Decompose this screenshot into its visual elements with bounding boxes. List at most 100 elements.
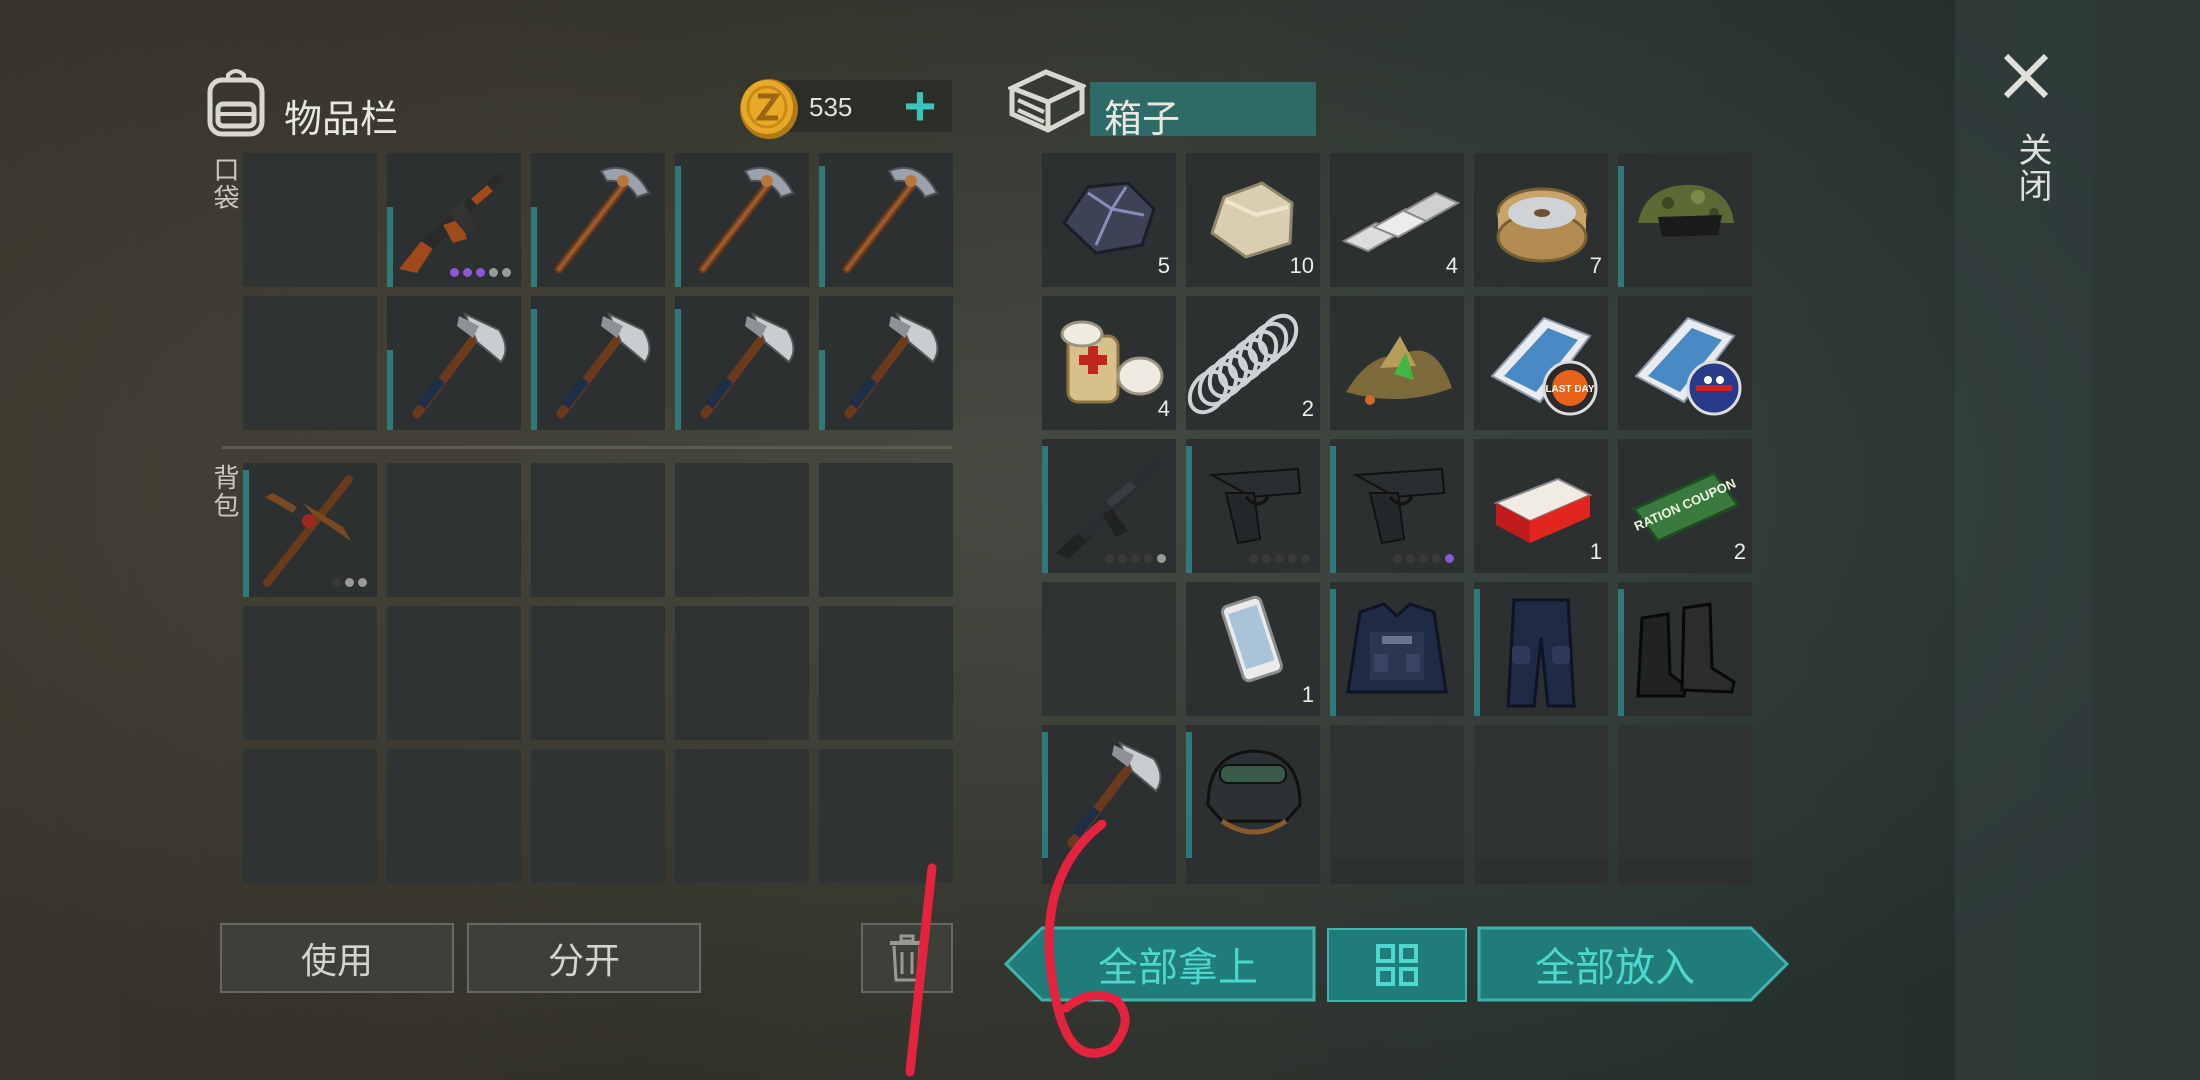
durability-bar — [819, 166, 825, 287]
backpack-slot[interactable] — [243, 606, 377, 740]
close-button[interactable] — [2000, 50, 2052, 102]
box-title: 箱子 — [1104, 99, 1181, 141]
pocket-slot[interactable] — [243, 296, 377, 430]
put-all-button[interactable]: 全部放入 — [1477, 926, 1789, 1002]
quality-dots — [332, 578, 367, 587]
pistol-icon — [1186, 439, 1320, 573]
box-slot[interactable] — [1618, 725, 1752, 859]
quality-dot — [1249, 554, 1258, 563]
pocket-slot[interactable] — [675, 153, 809, 287]
box-slot[interactable]: 1 — [1186, 582, 1320, 716]
backpack-slot[interactable] — [819, 606, 953, 740]
box-icon — [1005, 66, 1089, 136]
box-slot[interactable] — [1186, 725, 1320, 859]
quality-dot — [1393, 554, 1402, 563]
ak-rifle-icon — [387, 153, 521, 287]
backpack-slot[interactable] — [243, 463, 377, 597]
section-divider — [222, 446, 952, 449]
backpack-slot[interactable] — [675, 749, 809, 883]
box-slot[interactable] — [1330, 582, 1464, 716]
box-slot[interactable]: 4 — [1330, 153, 1464, 287]
durability-bar — [243, 469, 249, 597]
item-quantity: 2 — [1301, 396, 1314, 421]
close-label[interactable]: 关闭 — [2008, 132, 2057, 204]
box-slot[interactable]: RATION COUPON 2 — [1618, 439, 1752, 573]
box-slot[interactable] — [1330, 439, 1464, 573]
quality-dot — [1157, 554, 1166, 563]
backpack-slot[interactable] — [675, 606, 809, 740]
backpack-slot[interactable] — [531, 463, 665, 597]
box-slot[interactable]: 4 — [1042, 296, 1176, 430]
use-button[interactable]: 使用 — [220, 923, 454, 993]
metal-bar-icon — [1330, 153, 1464, 287]
box-slot[interactable] — [1330, 296, 1464, 430]
box-slot[interactable]: LAST DAY — [1474, 296, 1608, 430]
pocket-slot[interactable] — [531, 153, 665, 287]
backpack-slot[interactable] — [387, 463, 521, 597]
durability-bar — [675, 309, 681, 430]
box-slot[interactable] — [1042, 439, 1176, 573]
backpack-slot[interactable] — [387, 749, 521, 883]
m16-rifle-icon — [1042, 439, 1176, 573]
pocket-slot[interactable] — [819, 296, 953, 430]
quality-dot — [358, 578, 367, 587]
item-quantity: 2 — [1733, 539, 1746, 564]
item-quantity: 4 — [1445, 253, 1458, 278]
box-slot[interactable] — [1186, 439, 1320, 573]
coin-count: 535 — [809, 92, 853, 122]
box-slot[interactable] — [1618, 153, 1752, 287]
hatchet-icon — [675, 296, 809, 430]
box-slot[interactable] — [1474, 582, 1608, 716]
item-quantity: 7 — [1589, 253, 1602, 278]
box-slot[interactable] — [1042, 582, 1176, 716]
sort-button[interactable] — [1327, 928, 1467, 1002]
hatchet-icon — [531, 296, 665, 430]
backpack-slot[interactable] — [675, 463, 809, 597]
pocket-slot[interactable] — [387, 153, 521, 287]
inventory-title: 物品栏 — [284, 99, 399, 141]
pocket-slot[interactable] — [675, 296, 809, 430]
last-day-magazine-icon: LAST DAY — [1474, 296, 1608, 430]
durability-bar — [1474, 588, 1480, 716]
box-slot[interactable]: 10 — [1186, 153, 1320, 287]
backpack-slot[interactable] — [819, 463, 953, 597]
durability-bar — [675, 166, 681, 287]
screen-edge — [2092, 0, 2200, 1080]
box-grid-next-row — [1042, 858, 1752, 884]
quality-dot — [1262, 554, 1271, 563]
pocket-slot[interactable] — [243, 153, 377, 287]
durability-bar — [387, 349, 393, 430]
box-slot[interactable]: 2 — [1186, 296, 1320, 430]
pocket-slot[interactable] — [387, 296, 521, 430]
box-slot[interactable]: 5 — [1042, 153, 1176, 287]
police-boots-icon — [1618, 582, 1752, 716]
pickaxe-icon — [531, 153, 665, 287]
quality-dot — [450, 268, 459, 277]
herbs-pile-icon — [1330, 296, 1464, 430]
quality-dot — [1118, 554, 1127, 563]
box-slot[interactable] — [1618, 582, 1752, 716]
backpack-slot[interactable] — [531, 749, 665, 883]
backpack-slot[interactable] — [531, 606, 665, 740]
backpack-slot[interactable] — [243, 749, 377, 883]
quality-dot — [1144, 554, 1153, 563]
pocket-slot[interactable] — [819, 153, 953, 287]
box-slot[interactable]: 7 — [1474, 153, 1608, 287]
box-slot[interactable] — [1474, 725, 1608, 859]
durability-bar — [1618, 588, 1624, 716]
quality-dot — [1288, 554, 1297, 563]
pocket-slot[interactable] — [531, 296, 665, 430]
box-slot[interactable]: 1 — [1474, 439, 1608, 573]
box-slot[interactable] — [1330, 725, 1464, 859]
quality-dot — [1301, 554, 1310, 563]
smartphone-icon — [1186, 582, 1320, 716]
backpack-slot[interactable] — [387, 606, 521, 740]
durability-bar — [531, 309, 537, 430]
box-slot[interactable] — [1618, 296, 1752, 430]
pickaxe-icon — [819, 153, 953, 287]
quality-dot — [502, 268, 511, 277]
durability-bar — [1042, 445, 1048, 573]
handwritten-annotation — [905, 820, 1130, 1077]
add-coins-button[interactable]: + — [896, 78, 944, 134]
split-button[interactable]: 分开 — [467, 923, 701, 993]
